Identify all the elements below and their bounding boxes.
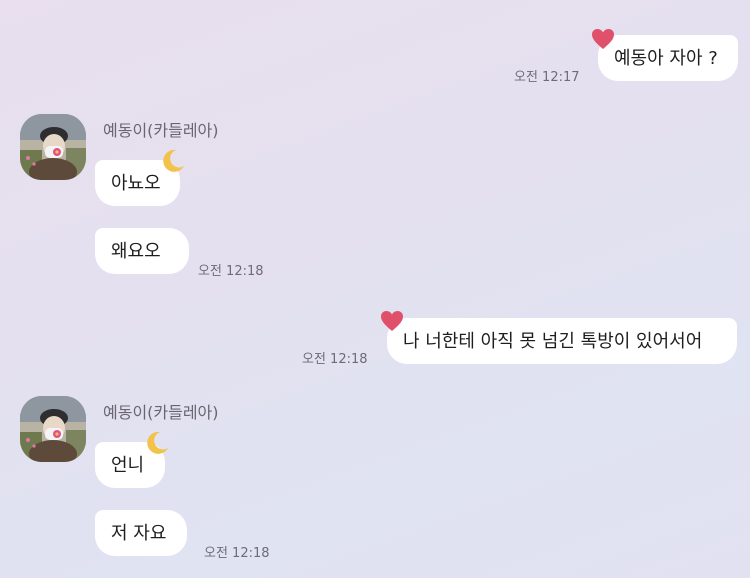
chat-view: 오전 12:17 예동아 자아 ? 예동이(카들레아) 아뇨오 왜요오 오전 1 — [0, 0, 750, 578]
outgoing-message-bubble[interactable]: 예동아 자아 ? — [598, 35, 738, 81]
sender-name: 예동이(카들레아) — [103, 403, 219, 422]
outgoing-message-bubble[interactable]: 나 너한테 아직 못 넘긴 톡방이 있어서어 — [387, 318, 737, 364]
crescent-moon-icon — [147, 431, 168, 454]
message-time: 오전 12:18 — [302, 352, 368, 367]
message-text: 저 자요 — [111, 523, 167, 544]
message-time: 오전 12:18 — [204, 546, 270, 561]
message-time: 오전 12:18 — [198, 264, 264, 279]
crescent-moon-icon — [163, 149, 184, 172]
heart-icon — [592, 29, 614, 49]
avatar-photo — [20, 114, 86, 180]
sender-name: 예동이(카들레아) — [103, 121, 219, 140]
incoming-message-bubble[interactable]: 왜요오 — [95, 228, 189, 274]
message-text: 언니 — [111, 455, 145, 476]
avatar[interactable] — [20, 396, 86, 462]
heart-icon — [381, 311, 403, 331]
avatar-photo — [20, 396, 86, 462]
incoming-message-bubble[interactable]: 저 자요 — [95, 510, 187, 556]
avatar[interactable] — [20, 114, 86, 180]
message-text: 아뇨오 — [111, 173, 161, 194]
message-time: 오전 12:17 — [514, 70, 580, 85]
message-text: 나 너한테 아직 못 넘긴 톡방이 있어서어 — [403, 331, 703, 352]
message-text: 왜요오 — [111, 241, 161, 262]
message-text: 예동아 자아 ? — [614, 48, 718, 69]
